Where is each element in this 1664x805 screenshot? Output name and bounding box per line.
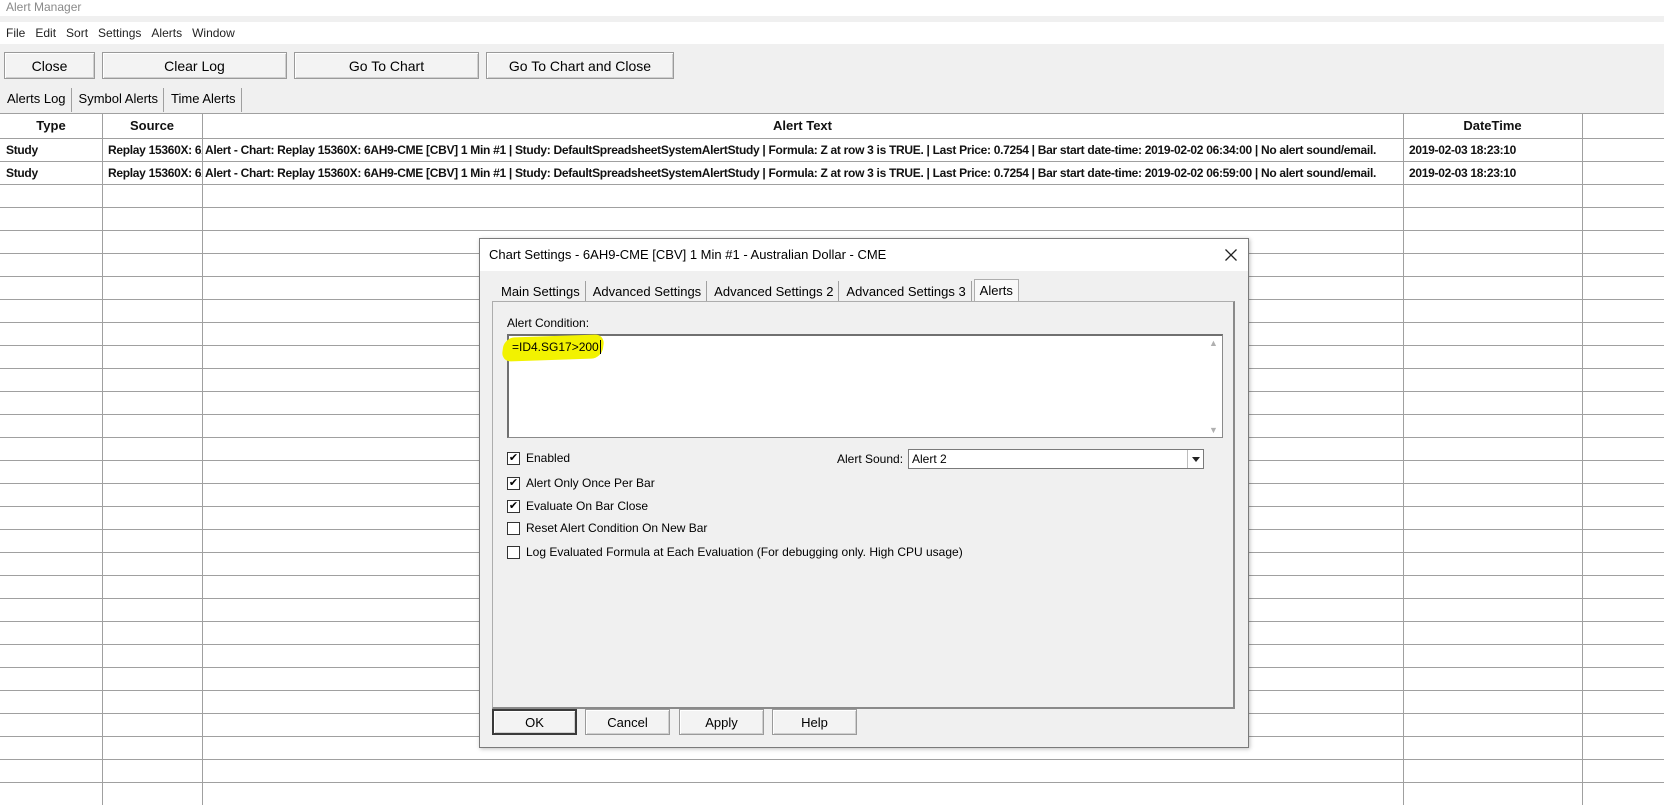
ok-button[interactable]: OK	[492, 709, 577, 735]
reset-alert-condition-checkbox[interactable]	[507, 521, 520, 535]
go-to-chart-and-close-button[interactable]: Go To Chart and Close	[486, 52, 674, 79]
scroll-up-icon[interactable]: ▲	[1209, 338, 1218, 348]
scroll-down-icon[interactable]: ▼	[1209, 425, 1218, 435]
row-divider	[0, 782, 1664, 783]
menu-window[interactable]: Window	[188, 22, 241, 44]
row-2-datetime[interactable]: 2019-02-03 18:23:10	[1404, 162, 1582, 185]
column-header-datetime[interactable]: DateTime	[1403, 114, 1582, 138]
tab-advanced-settings-2[interactable]: Advanced Settings 2	[709, 281, 840, 303]
enabled-checkbox-row[interactable]: ✔ Enabled	[507, 451, 570, 465]
row-divider	[0, 759, 1664, 760]
alert-once-per-bar-row[interactable]: ✔ Alert Only Once Per Bar	[507, 476, 655, 490]
row-1-type[interactable]: Study	[1, 139, 101, 162]
reset-alert-condition-label: Reset Alert Condition On New Bar	[526, 521, 708, 535]
alert-once-per-bar-checkbox[interactable]: ✔	[507, 476, 520, 490]
row-1-alert-text[interactable]: Alert - Chart: Replay 15360X: 6AH9-CME […	[203, 139, 1403, 162]
alert-sound-label: Alert Sound:	[837, 452, 904, 466]
evaluate-on-bar-close-checkbox[interactable]: ✔	[507, 499, 520, 513]
tab-advanced-settings-3[interactable]: Advanced Settings 3	[841, 281, 972, 303]
close-icon	[1225, 249, 1237, 261]
tab-alerts[interactable]: Alerts	[973, 279, 1019, 303]
menu-edit[interactable]: Edit	[31, 22, 62, 44]
textarea-scrollbar[interactable]: ▲ ▼	[1205, 336, 1222, 437]
log-evaluated-formula-label: Log Evaluated Formula at Each Evaluation…	[526, 545, 963, 559]
evaluate-on-bar-close-row[interactable]: ✔ Evaluate On Bar Close	[507, 499, 648, 513]
menu-settings[interactable]: Settings	[94, 22, 147, 44]
tab-alerts-log[interactable]: Alerts Log	[2, 88, 72, 112]
alert-condition-label: Alert Condition:	[507, 316, 590, 330]
alert-condition-input[interactable]: =ID4.SG17>200​ ▲ ▼	[501, 334, 1223, 438]
toolbar: Close Clear Log Go To Chart Go To Chart …	[0, 52, 1664, 82]
row-2-type[interactable]: Study	[1, 162, 101, 185]
menu-sort[interactable]: Sort	[62, 22, 94, 44]
tab-time-alerts[interactable]: Time Alerts	[166, 88, 242, 112]
alert-condition-value: =ID4.SG17>200	[512, 340, 599, 354]
alert-sound-value: Alert 2	[912, 452, 947, 466]
log-evaluated-formula-row[interactable]: Log Evaluated Formula at Each Evaluation…	[507, 545, 963, 559]
row-1-source[interactable]: Replay 15360X: 6AH9-CME	[103, 139, 202, 162]
cancel-button[interactable]: Cancel	[585, 709, 670, 735]
help-button[interactable]: Help	[772, 709, 857, 735]
column-header-type[interactable]: Type	[0, 114, 102, 138]
chart-settings-dialog: Chart Settings - 6AH9-CME [CBV] 1 Min #1…	[479, 238, 1249, 748]
tab-advanced-settings[interactable]: Advanced Settings	[587, 281, 708, 303]
menu-bar: File Edit Sort Settings Alerts Window	[0, 22, 1664, 44]
alert-manager-tabs: Alerts Log Symbol Alerts Time Alerts	[2, 88, 244, 112]
log-evaluated-formula-checkbox[interactable]	[507, 545, 520, 559]
dialog-title: Chart Settings - 6AH9-CME [CBV] 1 Min #1…	[480, 239, 1248, 271]
alert-once-per-bar-label: Alert Only Once Per Bar	[526, 476, 655, 490]
clear-log-button[interactable]: Clear Log	[102, 52, 287, 79]
menu-alerts[interactable]: Alerts	[147, 22, 188, 44]
dialog-close-button[interactable]	[1214, 239, 1248, 271]
row-2-source[interactable]: Replay 15360X: 6AH9-CME	[103, 162, 202, 185]
row-2-alert-text[interactable]: Alert - Chart: Replay 15360X: 6AH9-CME […	[203, 162, 1403, 185]
alert-sound-select[interactable]: Alert 2	[908, 449, 1204, 469]
chevron-down-icon[interactable]	[1187, 450, 1203, 468]
alerts-tab-panel: Alert Condition: =ID4.SG17>200​ ▲ ▼ ✔ En…	[492, 301, 1235, 709]
enabled-label: Enabled	[526, 451, 571, 465]
evaluate-on-bar-close-label: Evaluate On Bar Close	[526, 499, 649, 513]
enabled-checkbox[interactable]: ✔	[507, 451, 520, 465]
row-divider	[0, 230, 1664, 231]
tab-symbol-alerts[interactable]: Symbol Alerts	[74, 88, 165, 112]
row-1-datetime[interactable]: 2019-02-03 18:23:10	[1404, 139, 1582, 162]
close-button[interactable]: Close	[4, 52, 95, 79]
go-to-chart-button[interactable]: Go To Chart	[294, 52, 479, 79]
row-divider	[0, 207, 1664, 208]
apply-button[interactable]: Apply	[679, 709, 764, 735]
text-cursor: ​	[599, 340, 601, 354]
column-header-alert-text[interactable]: Alert Text	[202, 114, 1403, 138]
reset-alert-condition-row[interactable]: Reset Alert Condition On New Bar	[507, 521, 707, 535]
window-title: Alert Manager	[0, 0, 1664, 16]
menu-file[interactable]: File	[2, 22, 31, 44]
column-header-source[interactable]: Source	[102, 114, 202, 138]
tab-main-settings[interactable]: Main Settings	[496, 281, 586, 303]
dialog-tabs: Main Settings Advanced Settings Advanced…	[496, 279, 1021, 303]
alert-condition-text-wrapper: =ID4.SG17>200​	[501, 334, 605, 362]
